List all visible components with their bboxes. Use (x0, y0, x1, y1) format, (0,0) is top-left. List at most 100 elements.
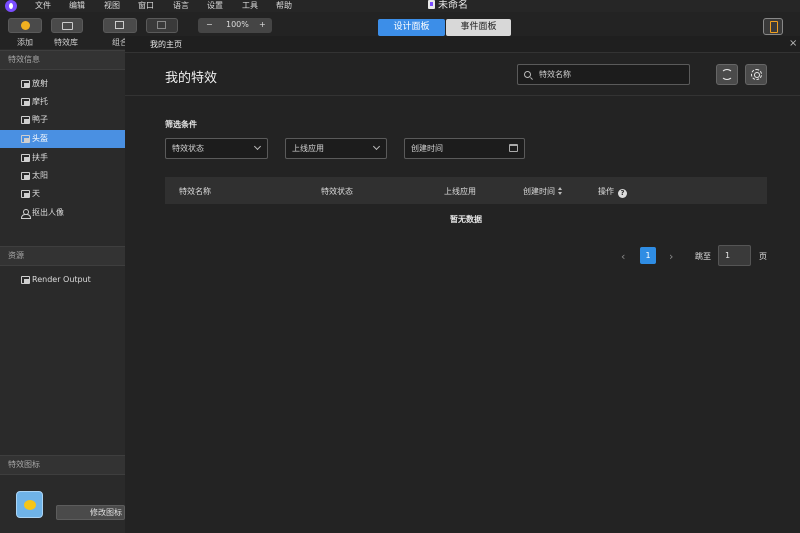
resources-section-header: 资源 (0, 246, 125, 266)
chevron-down-icon (253, 142, 262, 151)
ungroup-button[interactable] (146, 18, 178, 33)
column-effect-name: 特效名称 (179, 187, 211, 196)
column-actions-label: 操作 (598, 187, 614, 196)
search-placeholder: 特效名称 (539, 70, 571, 79)
refresh-button[interactable] (716, 64, 738, 85)
group-button[interactable] (103, 18, 137, 33)
layer-icon (21, 116, 30, 124)
edit-icon-button[interactable]: 修改图标 (56, 505, 125, 520)
status-filter-value: 特效状态 (172, 144, 204, 153)
tab-event-panel[interactable]: 事件面板 (446, 19, 511, 36)
window-title-text: 未命名 (438, 0, 468, 11)
inbox-icon (62, 22, 73, 30)
menu-edit[interactable]: 编辑 (69, 1, 85, 11)
refresh-icon (721, 69, 733, 80)
table-header: 特效名称 特效状态 上线应用 创建时间 操作? (165, 177, 767, 204)
resource-item-render-output[interactable]: Render Output (0, 271, 125, 289)
prev-page-button[interactable]: ‹ (621, 250, 625, 263)
empty-state-text: 暂无数据 (450, 215, 482, 224)
home-tab-title[interactable]: 我的主页 (150, 39, 182, 50)
sidebar-item-portrait-cutout[interactable]: 抠出人像 (0, 204, 125, 222)
sidebar-item-label: 扶手 (32, 153, 48, 162)
layer-icon (21, 172, 30, 180)
created-date-picker[interactable]: 创建时间 (404, 138, 525, 159)
menu-window[interactable]: 窗口 (138, 1, 154, 11)
main-titlebar: 我的主页 × (125, 36, 800, 53)
status-filter-select[interactable]: 特效状态 (165, 138, 268, 159)
tab-design-panel[interactable]: 设计面板 (378, 19, 445, 36)
calendar-icon (509, 144, 518, 152)
search-input[interactable]: 特效名称 (517, 64, 690, 85)
phone-preview-button[interactable] (763, 18, 783, 35)
ungroup-icon (157, 21, 166, 29)
sidebar-item-handrail[interactable]: 扶手 (0, 149, 125, 167)
filter-label: 筛选条件 (165, 120, 197, 129)
zoom-value: 100% (226, 20, 249, 29)
column-actions: 操作? (598, 186, 627, 198)
page-number-current[interactable]: 1 (640, 247, 656, 264)
group-icon (115, 21, 124, 29)
sidebar-item-duck[interactable]: 鸭子 (0, 111, 125, 129)
goto-label: 跳至 (695, 252, 711, 261)
sidebar-item-label: 鸭子 (32, 115, 48, 124)
person-icon (21, 209, 31, 219)
sidebar-item-label: 抠出人像 (32, 208, 64, 217)
library-button[interactable] (51, 18, 83, 33)
layer-icon (21, 80, 30, 88)
add-button[interactable] (8, 18, 42, 33)
header-divider (125, 95, 800, 96)
search-icon (524, 71, 531, 78)
app-filter-value: 上线应用 (292, 144, 324, 153)
column-created-time[interactable]: 创建时间 (523, 186, 563, 197)
zoom-out-button[interactable]: − (206, 20, 213, 29)
created-date-value: 创建时间 (411, 144, 443, 153)
resource-item-label: Render Output (32, 275, 91, 284)
library-label: 特效库 (54, 38, 78, 47)
menu-help[interactable]: 帮助 (276, 1, 292, 11)
effect-icon-thumbnail (16, 491, 43, 518)
menu-tools[interactable]: 工具 (242, 1, 258, 11)
settings-button[interactable] (745, 64, 767, 85)
goto-page-input[interactable]: 1 (718, 245, 751, 266)
sidebar-item-radial[interactable]: 放射 (0, 75, 125, 93)
document-icon (428, 0, 435, 9)
menu-view[interactable]: 视图 (104, 1, 120, 11)
menu-settings[interactable]: 设置 (207, 1, 223, 11)
sidebar-item-label: 天 (32, 189, 40, 198)
menu-file[interactable]: 文件 (35, 1, 51, 11)
window-title: 未命名 (428, 0, 468, 12)
sort-icon[interactable] (558, 187, 563, 195)
column-effect-status: 特效状态 (321, 187, 353, 196)
sidebar-item-motorcycle[interactable]: 摩托 (0, 93, 125, 111)
sidebar: 特效信息 放射 摩托 鸭子 头盔 扶手 太阳 天 抠出人像 资源 Render … (0, 49, 125, 533)
menu-bar: 文件 编辑 视图 窗口 语言 设置 工具 帮助 未命名 (0, 0, 800, 12)
sidebar-item-label: 太阳 (32, 171, 48, 180)
page-unit-label: 页 (759, 252, 767, 261)
zoom-in-button[interactable]: + (259, 20, 266, 29)
layer-icon (21, 154, 30, 162)
close-icon[interactable]: × (789, 38, 797, 49)
next-page-button[interactable]: › (669, 250, 673, 263)
layer-icon (21, 276, 30, 284)
app-logo-icon[interactable] (5, 0, 17, 12)
sidebar-item-label: 头盔 (32, 134, 48, 143)
sidebar-item-label: 放射 (32, 79, 48, 88)
layer-icon (21, 190, 30, 198)
effects-section-header: 特效信息 (0, 50, 125, 70)
sidebar-item-helmet[interactable]: 头盔 (0, 130, 125, 148)
layer-icon (21, 135, 30, 143)
menu-language[interactable]: 语言 (173, 1, 189, 11)
chevron-down-icon (372, 142, 381, 151)
sidebar-item-sky[interactable]: 天 (0, 185, 125, 203)
add-icon (21, 21, 30, 30)
sidebar-item-sun[interactable]: 太阳 (0, 167, 125, 185)
main-panel: 我的主页 × 我的特效 特效名称 筛选条件 特效状态 上线应用 创建时间 特效名… (125, 36, 800, 533)
layer-icon (21, 98, 30, 106)
app-filter-select[interactable]: 上线应用 (285, 138, 387, 159)
zoom-control: − 100% + (198, 18, 272, 33)
effect-icon-section-header: 特效图标 (0, 455, 125, 475)
page-title: 我的特效 (165, 71, 218, 86)
column-online-app: 上线应用 (444, 187, 476, 196)
add-label: 添加 (17, 38, 33, 47)
help-icon[interactable]: ? (618, 189, 627, 198)
